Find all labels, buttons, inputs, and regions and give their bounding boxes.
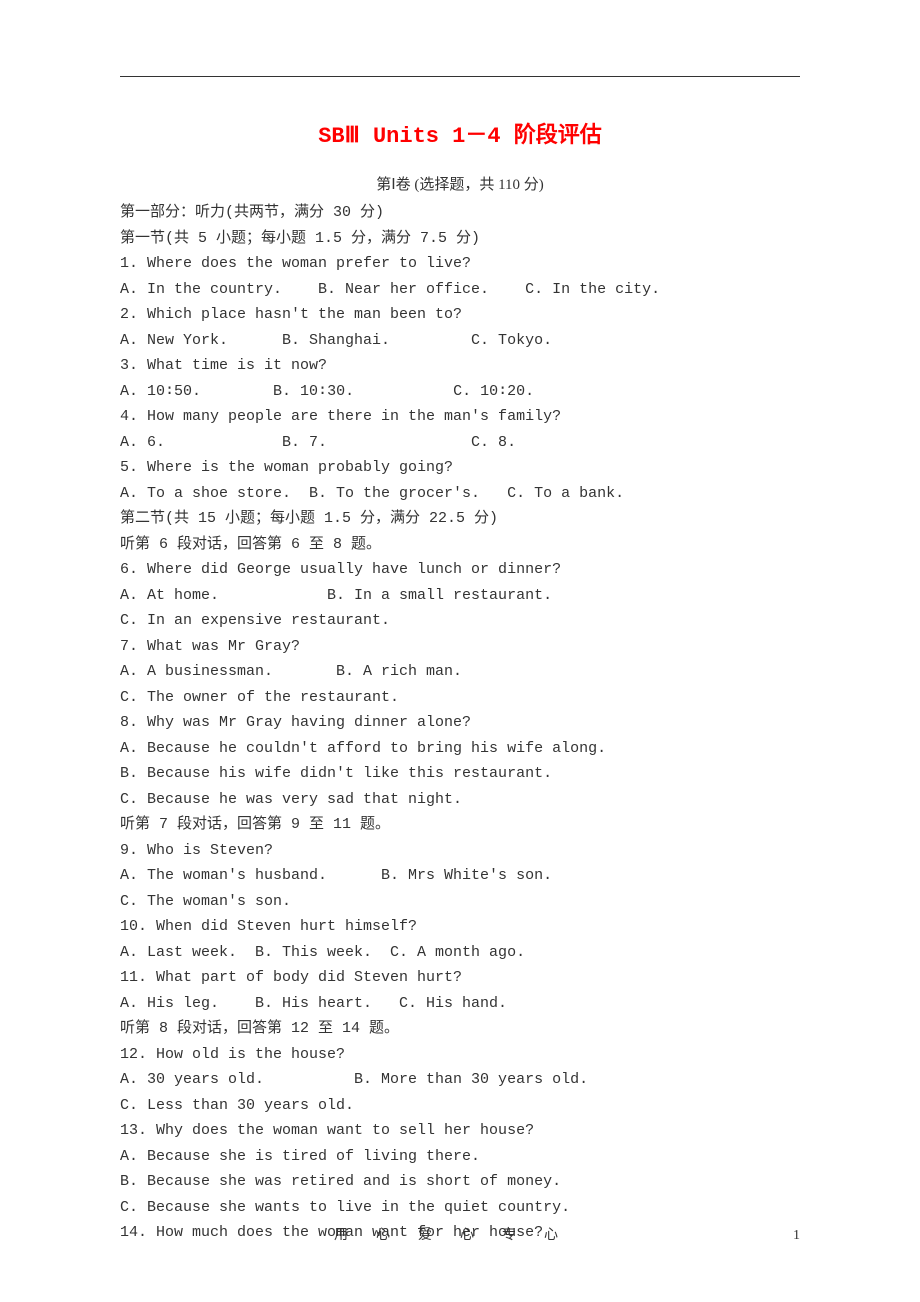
- question-6-option-c: C. In an expensive restaurant.: [120, 608, 800, 634]
- part1-header: 第一部分：听力(共两节，满分 30 分): [120, 200, 800, 226]
- question-6: 6. Where did George usually have lunch o…: [120, 557, 800, 583]
- question-13: 13. Why does the woman want to sell her …: [120, 1118, 800, 1144]
- document-title: SBⅢ Units 1－4 阶段评估: [120, 117, 800, 149]
- question-8-option-c: C. Because he was very sad that night.: [120, 787, 800, 813]
- question-8-option-a: A. Because he couldn't afford to bring h…: [120, 736, 800, 762]
- question-9: 9. Who is Steven?: [120, 838, 800, 864]
- question-5: 5. Where is the woman probably going?: [120, 455, 800, 481]
- question-9-option-ab: A. The woman's husband. B. Mrs White's s…: [120, 863, 800, 889]
- dialog6-header: 听第 6 段对话，回答第 6 至 8 题。: [120, 532, 800, 558]
- question-12-option-c: C. Less than 30 years old.: [120, 1093, 800, 1119]
- dialog8-header: 听第 8 段对话，回答第 12 至 14 题。: [120, 1016, 800, 1042]
- question-13-option-c: C. Because she wants to live in the quie…: [120, 1195, 800, 1221]
- question-10-options: A. Last week. B. This week. C. A month a…: [120, 940, 800, 966]
- question-8-option-b: B. Because his wife didn't like this res…: [120, 761, 800, 787]
- question-3-options: A. 10∶50. B. 10∶30. C. 10∶20.: [120, 379, 800, 405]
- question-2-options: A. New York. B. Shanghai. C. Tokyo.: [120, 328, 800, 354]
- question-8: 8. Why was Mr Gray having dinner alone?: [120, 710, 800, 736]
- question-12: 12. How old is the house?: [120, 1042, 800, 1068]
- question-7-option-c: C. The owner of the restaurant.: [120, 685, 800, 711]
- footer-page-number: 1: [793, 1228, 800, 1244]
- question-13-option-a: A. Because she is tired of living there.: [120, 1144, 800, 1170]
- question-9-option-c: C. The woman's son.: [120, 889, 800, 915]
- question-5-options: A. To a shoe store. B. To the grocer's. …: [120, 481, 800, 507]
- question-12-option-ab: A. 30 years old. B. More than 30 years o…: [120, 1067, 800, 1093]
- question-1: 1. Where does the woman prefer to live?: [120, 251, 800, 277]
- body-content: 第一部分：听力(共两节，满分 30 分) 第一节(共 5 小题；每小题 1.5 …: [120, 200, 800, 1246]
- footer-motto: 用心爱心专心: [120, 1224, 800, 1244]
- subtitle-section-label: 第Ⅰ卷 (选择题，共 110 分): [120, 173, 800, 194]
- question-2: 2. Which place hasn't the man been to?: [120, 302, 800, 328]
- section2-header: 第二节(共 15 小题；每小题 1.5 分，满分 22.5 分): [120, 506, 800, 532]
- question-6-option-ab: A. At home. B. In a small restaurant.: [120, 583, 800, 609]
- question-7-option-ab: A. A businessman. B. A rich man.: [120, 659, 800, 685]
- top-horizontal-rule: [120, 76, 800, 77]
- page-container: SBⅢ Units 1－4 阶段评估 第Ⅰ卷 (选择题，共 110 分) 第一部…: [0, 0, 920, 1302]
- question-13-option-b: B. Because she was retired and is short …: [120, 1169, 800, 1195]
- dialog7-header: 听第 7 段对话，回答第 9 至 11 题。: [120, 812, 800, 838]
- question-7: 7. What was Mr Gray?: [120, 634, 800, 660]
- question-4-options: A. 6. B. 7. C. 8.: [120, 430, 800, 456]
- question-10: 10. When did Steven hurt himself?: [120, 914, 800, 940]
- question-3: 3. What time is it now?: [120, 353, 800, 379]
- question-1-options: A. In the country. B. Near her office. C…: [120, 277, 800, 303]
- question-11: 11. What part of body did Steven hurt?: [120, 965, 800, 991]
- page-footer: 用心爱心专心 1: [0, 1224, 920, 1244]
- question-4: 4. How many people are there in the man'…: [120, 404, 800, 430]
- question-11-options: A. His leg. B. His heart. C. His hand.: [120, 991, 800, 1017]
- section1-header: 第一节(共 5 小题；每小题 1.5 分，满分 7.5 分): [120, 226, 800, 252]
